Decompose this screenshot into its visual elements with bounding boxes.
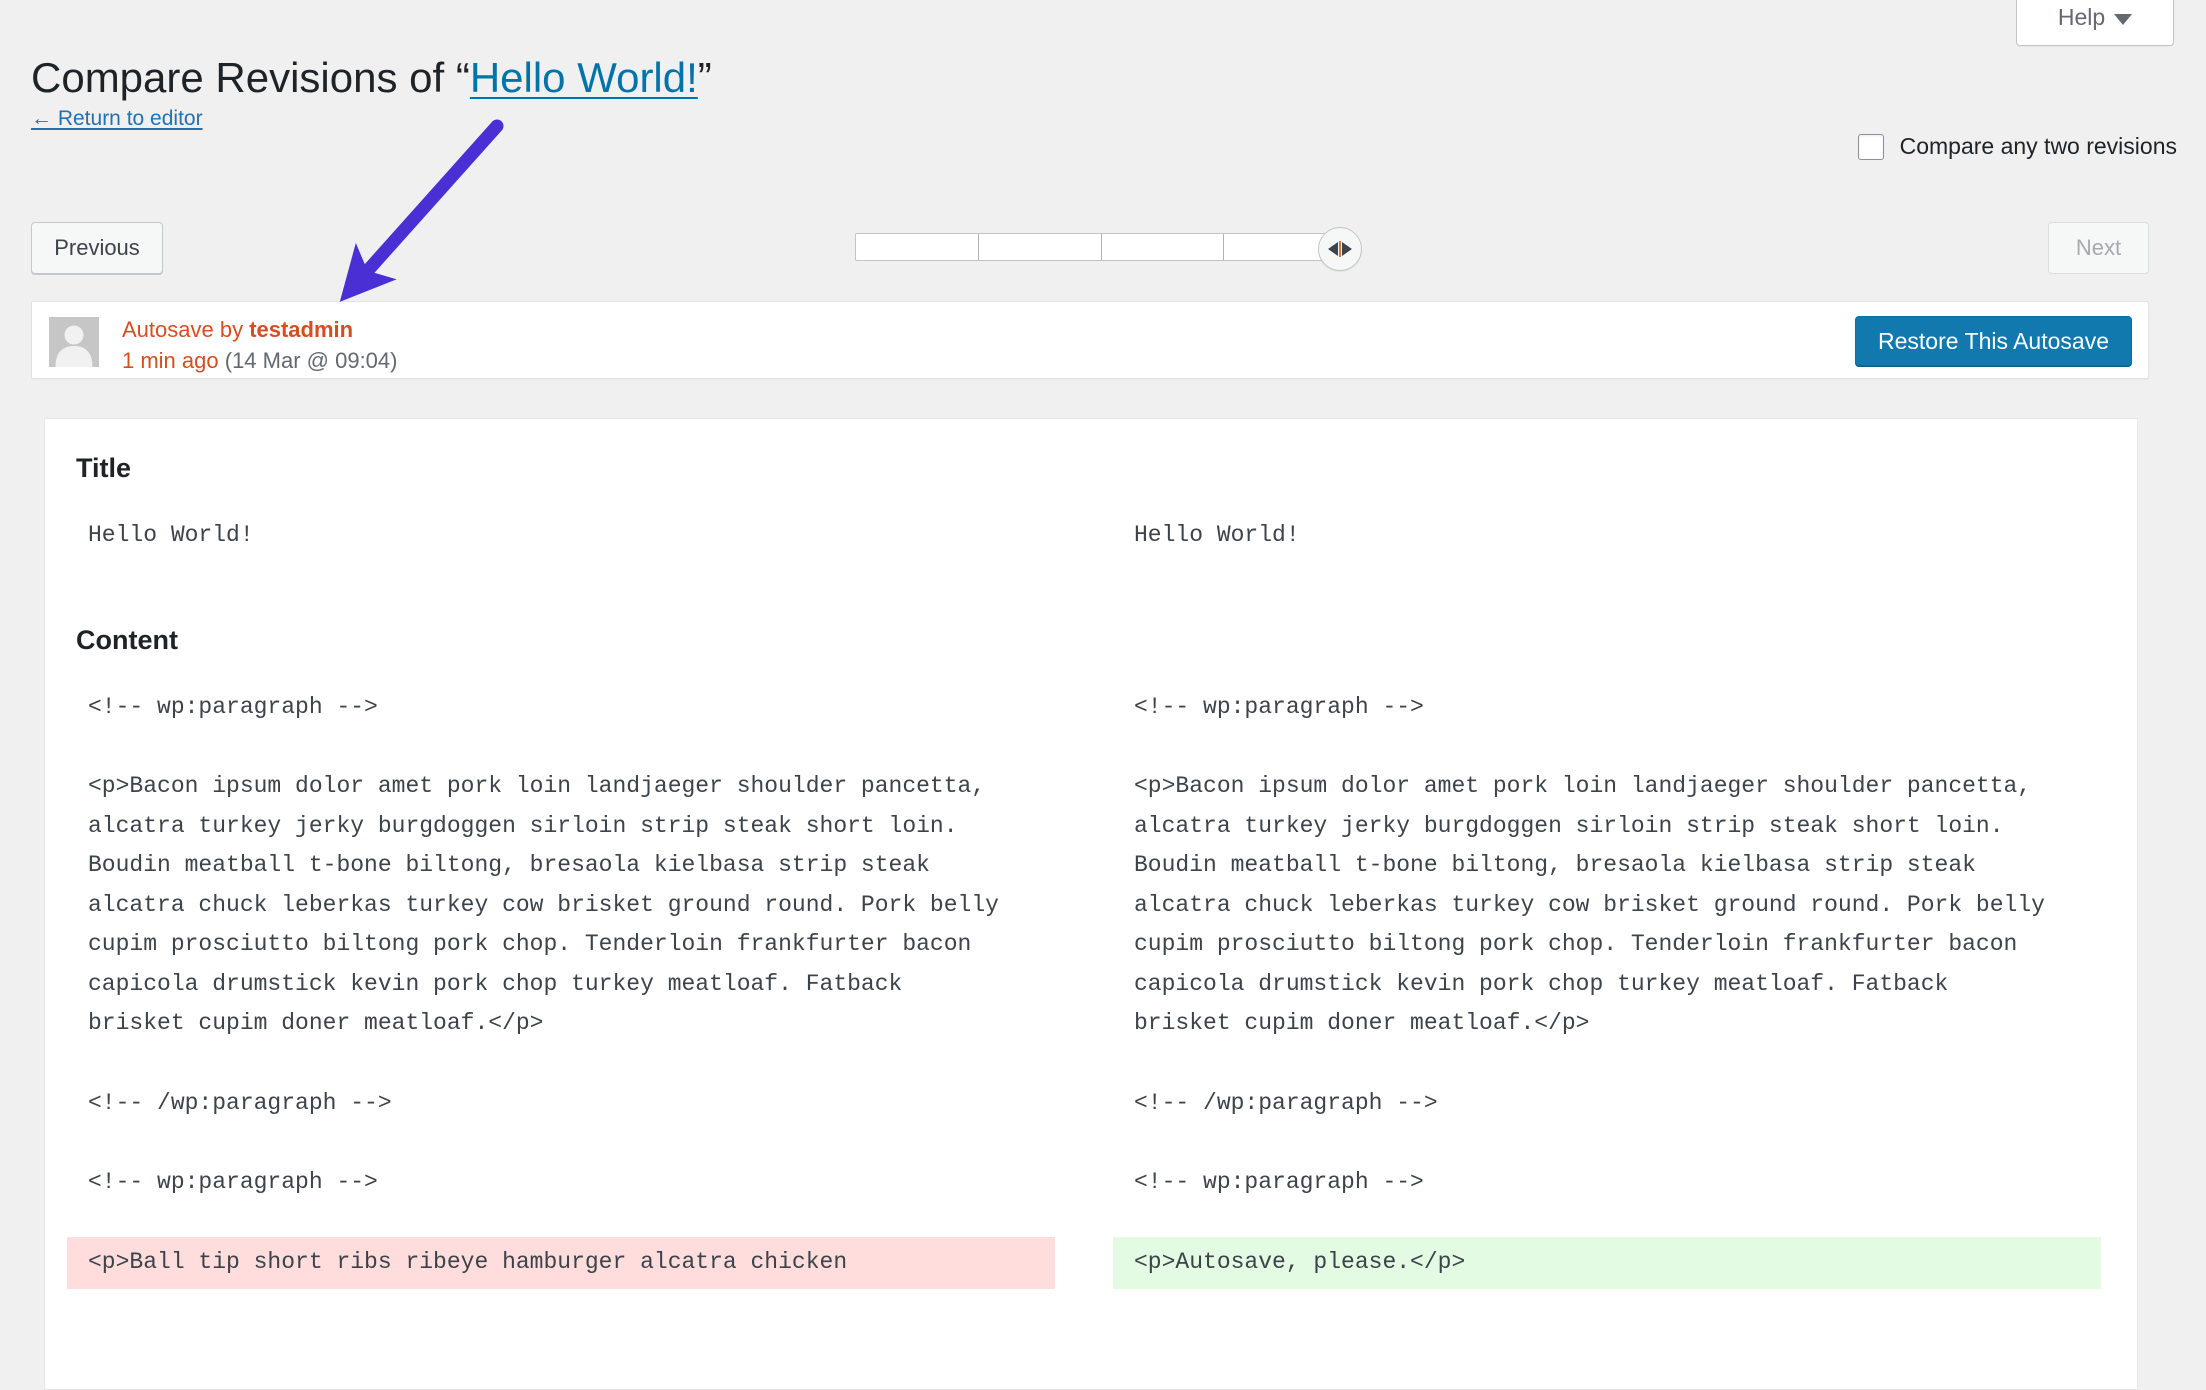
pointer-arrow-line bbox=[339, 119, 504, 302]
revision-slider-track[interactable] bbox=[855, 233, 1347, 261]
chevron-down-icon bbox=[2114, 13, 2133, 25]
page-title-prefix: Compare Revisions of “ bbox=[31, 54, 470, 102]
diff-text-removed: <p>Ball tip short ribs ribeye hamburger … bbox=[67, 1237, 1055, 1289]
diff-cell-right: <!-- /wp:paragraph --> bbox=[1091, 1078, 2137, 1130]
revision-relative-time: 1 min ago bbox=[122, 348, 219, 374]
previous-revision-button[interactable]: Previous bbox=[31, 222, 163, 274]
revision-absolute-time: (14 Mar @ 09:04) bbox=[218, 348, 398, 374]
diff-cell-left: <!-- wp:paragraph --> bbox=[45, 682, 1091, 734]
diff-cell-left: <!-- wp:paragraph --> bbox=[45, 1157, 1091, 1209]
diff-cell-left: <!-- /wp:paragraph --> bbox=[45, 1078, 1091, 1130]
next-revision-button[interactable]: Next bbox=[2048, 222, 2149, 274]
diff-text-unchanged: <p>Bacon ipsum dolor amet pork loin land… bbox=[88, 773, 1013, 1037]
restore-this-autosave-button[interactable]: Restore This Autosave bbox=[1855, 316, 2132, 366]
diff-content-rows: <!-- wp:paragraph --> <!-- wp:paragraph -… bbox=[45, 682, 2137, 1289]
diff-text-unchanged: <!-- wp:paragraph --> bbox=[88, 693, 378, 720]
diff-cell-right: <p>Bacon ipsum dolor amet pork loin land… bbox=[1091, 761, 2137, 1050]
diff-row-unchanged: Hello World! Hello World! bbox=[45, 510, 2137, 562]
diff-text-unchanged: <!-- wp:paragraph --> bbox=[1134, 1169, 1424, 1196]
diff-text-unchanged: <!-- wp:paragraph --> bbox=[1134, 693, 1424, 720]
left-right-arrows-icon bbox=[1328, 241, 1352, 257]
diff-row-spacer bbox=[45, 1209, 2137, 1237]
revision-meta-bar: Autosave by testadmin 1 min ago (14 Mar … bbox=[31, 301, 2149, 379]
diff-row-unchanged: <!-- wp:paragraph --> <!-- wp:paragraph -… bbox=[45, 1157, 2137, 1209]
diff-spacer-cell bbox=[1091, 1129, 2137, 1157]
diff-spacer-cell bbox=[1091, 1209, 2137, 1237]
slider-segment bbox=[856, 234, 979, 260]
slider-segment bbox=[979, 234, 1102, 260]
revision-author-prefix: Autosave by bbox=[122, 317, 250, 342]
diff-text-unchanged: <!-- /wp:paragraph --> bbox=[88, 1089, 392, 1116]
diff-title-rows: Hello World! Hello World! bbox=[45, 510, 2137, 562]
diff-cell-left: Hello World! bbox=[45, 510, 1091, 562]
revision-author-name: testadmin bbox=[249, 317, 354, 342]
diff-text-unchanged: Hello World! bbox=[88, 522, 254, 548]
revision-author-line: Autosave by testadmin bbox=[122, 314, 397, 345]
compare-two-revisions-checkbox[interactable] bbox=[1857, 133, 1884, 160]
post-title-link[interactable]: Hello World! bbox=[470, 54, 698, 101]
diff-spacer-cell bbox=[45, 1050, 1091, 1078]
diff-cell-left: <p>Ball tip short ribs ribeye hamburger … bbox=[45, 1237, 1091, 1289]
diff-spacer-cell bbox=[45, 733, 1091, 761]
diff-row-unchanged: <!-- wp:paragraph --> <!-- wp:paragraph -… bbox=[45, 682, 2137, 734]
page-title: Compare Revisions of “Hello World!” bbox=[31, 54, 712, 102]
diff-spacer-cell bbox=[45, 1209, 1091, 1237]
diff-cell-right: <p>Autosave, please.</p> bbox=[1091, 1237, 2137, 1289]
diff-row-unchanged: <!-- /wp:paragraph --> <!-- /wp:paragraph… bbox=[45, 1078, 2137, 1130]
avatar bbox=[49, 317, 99, 367]
revision-time-line: 1 min ago (14 Mar @ 09:04) bbox=[122, 345, 397, 376]
diff-text-added: <p>Autosave, please.</p> bbox=[1113, 1237, 2101, 1289]
diff-cell-left: <p>Bacon ipsum dolor amet pork loin land… bbox=[45, 761, 1091, 1050]
diff-row-changed: <p>Ball tip short ribs ribeye hamburger … bbox=[45, 1237, 2137, 1289]
diff-row-spacer bbox=[45, 1050, 2137, 1078]
page-title-suffix: ” bbox=[697, 54, 712, 102]
diff-cell-right: <!-- wp:paragraph --> bbox=[1091, 682, 2137, 734]
diff-spacer-cell bbox=[1091, 1050, 2137, 1078]
diff-spacer-cell bbox=[1091, 733, 2137, 761]
revision-slider-handle[interactable] bbox=[1318, 227, 1362, 271]
diff-text-unchanged: Hello World! bbox=[1134, 522, 1300, 548]
diff-text-unchanged: <p>Bacon ipsum dolor amet pork loin land… bbox=[1134, 773, 2059, 1037]
diff-spacer-cell bbox=[45, 1129, 1091, 1157]
diff-cell-right: Hello World! bbox=[1091, 510, 2137, 562]
diff-cell-right: <!-- wp:paragraph --> bbox=[1091, 1157, 2137, 1209]
revision-diff-panel: Title Hello World! Hello World! Content <… bbox=[44, 418, 2138, 1390]
diff-section-content-heading: Content bbox=[76, 624, 178, 655]
diff-text-unchanged: <!-- wp:paragraph --> bbox=[88, 1169, 378, 1196]
user-silhouette-icon bbox=[49, 317, 99, 367]
help-tab-button[interactable]: Help bbox=[2016, 0, 2174, 46]
help-tab-label: Help bbox=[2057, 4, 2106, 30]
slider-segment bbox=[1102, 234, 1225, 260]
diff-text-unchanged: <!-- /wp:paragraph --> bbox=[1134, 1089, 1438, 1116]
compare-two-revisions-toggle[interactable]: Compare any two revisions bbox=[1857, 133, 2177, 160]
diff-row-unchanged: <p>Bacon ipsum dolor amet pork loin land… bbox=[45, 761, 2137, 1050]
diff-table-title: Hello World! Hello World! bbox=[45, 510, 2137, 562]
return-to-editor-link[interactable]: ← Return to editor bbox=[31, 107, 203, 131]
revisions-page: Help Compare Revisions of “Hello World!”… bbox=[0, 0, 2206, 1390]
diff-table-content: <!-- wp:paragraph --> <!-- wp:paragraph -… bbox=[45, 682, 2137, 1289]
compare-two-revisions-label: Compare any two revisions bbox=[1899, 133, 2177, 159]
revision-slider[interactable] bbox=[855, 227, 1362, 271]
diff-section-title-heading: Title bbox=[76, 453, 132, 483]
diff-row-spacer bbox=[45, 1129, 2137, 1157]
revision-meta-text: Autosave by testadmin 1 min ago (14 Mar … bbox=[122, 314, 397, 376]
diff-row-spacer bbox=[45, 733, 2137, 761]
